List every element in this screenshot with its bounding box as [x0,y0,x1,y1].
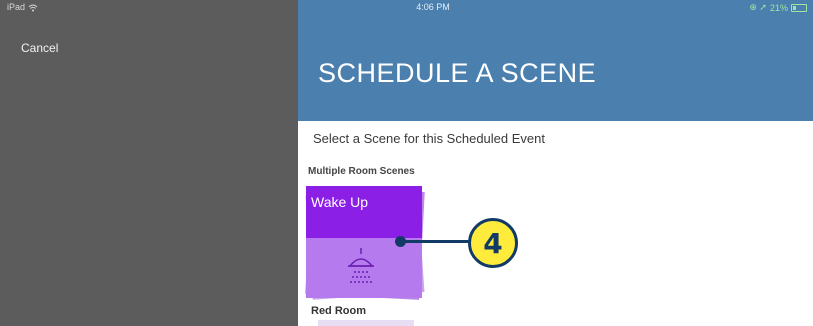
battery-icon [791,3,807,12]
status-time: 4:06 PM [416,2,450,12]
callout-pointer-line [402,240,472,243]
page-title: SCHEDULE A SCENE [318,58,597,88]
left-panel: iPad Cancel [0,0,298,326]
status-device: iPad [7,2,38,12]
battery-percent: 21% [769,2,788,13]
section-label-red-room: Red Room [311,305,366,317]
device-name: iPad [7,2,26,12]
scene-card-wake-up[interactable]: Wake Up [305,184,425,302]
shower-icon [348,248,374,283]
card-header: Wake Up [306,186,422,238]
right-panel: 4:06 PM ⊕ ➚ 21% SCHEDULE A SCENE Select … [298,0,813,326]
scene-card-label: Wake Up [311,194,369,210]
card-body [306,238,422,298]
callout-number-badge: 4 [468,218,518,268]
location-icon: ⊕ ➚ [749,2,767,12]
header: 4:06 PM ⊕ ➚ 21% SCHEDULE A SCENE [298,0,813,121]
next-scene-card-edge[interactable] [318,320,414,326]
status-indicators: ⊕ ➚ 21% [749,2,807,13]
wifi-icon [28,2,38,12]
prompt-text: Select a Scene for this Scheduled Event [313,131,545,146]
cancel-button[interactable]: Cancel [21,41,58,55]
section-label-multiple-room: Multiple Room Scenes [308,166,415,177]
